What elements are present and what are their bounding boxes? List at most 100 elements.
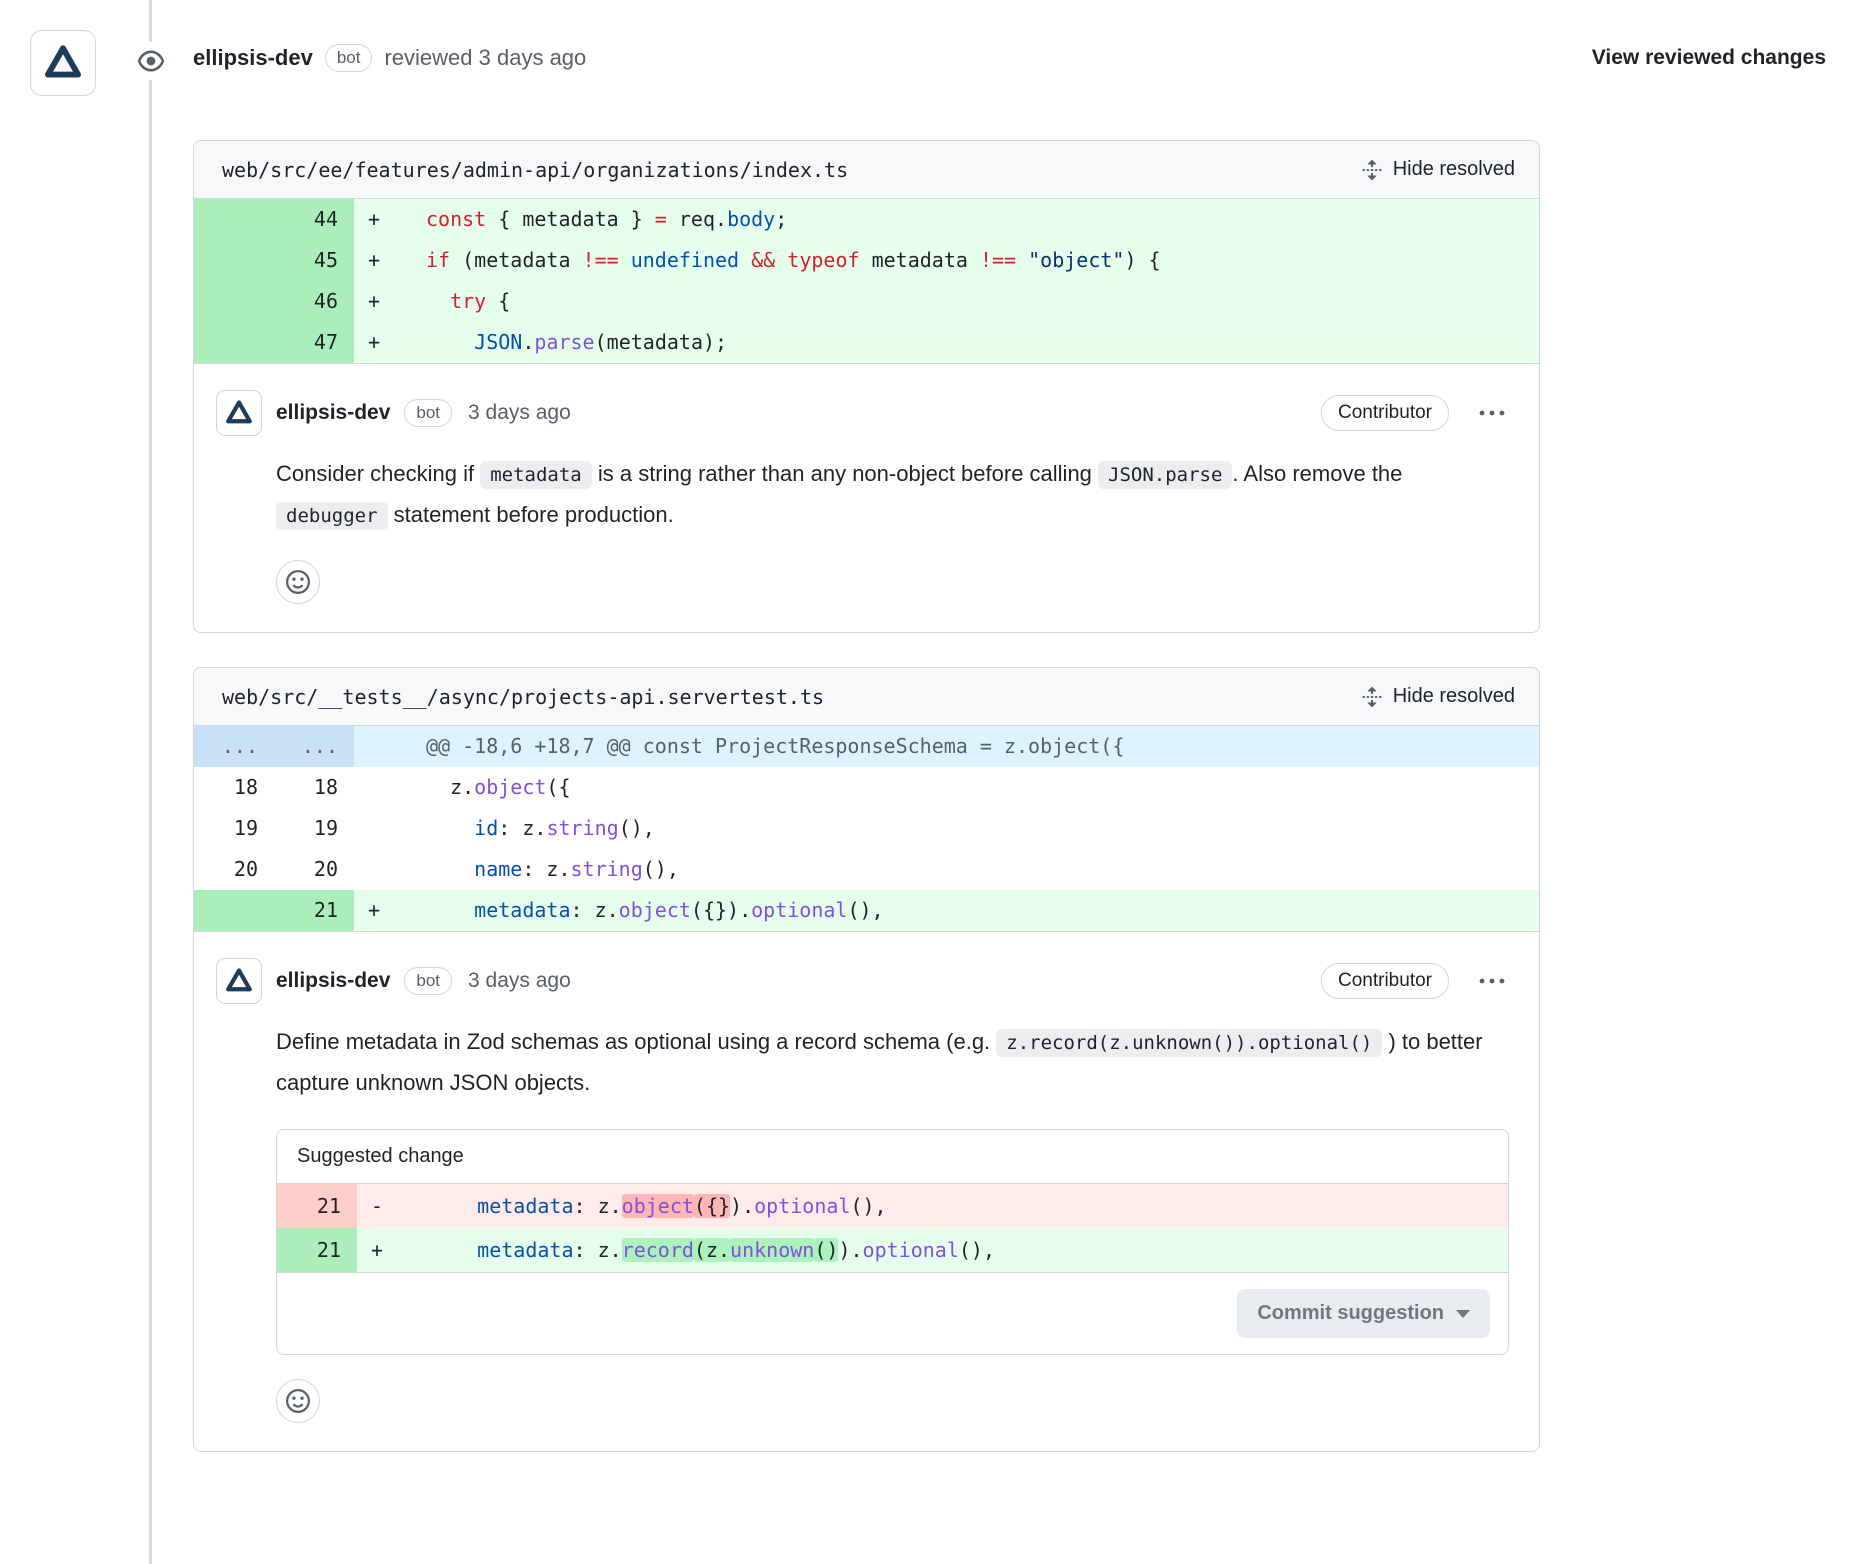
code-segment: z. <box>426 775 474 799</box>
diff-sign: + <box>357 1228 405 1272</box>
comment-author[interactable]: ellipsis-dev <box>276 969 390 993</box>
line-number: 45 <box>274 240 354 281</box>
add-reaction-button[interactable] <box>276 1379 320 1423</box>
code-segment: . <box>522 330 534 354</box>
diff-row-add: 47+ JSON.parse(metadata); <box>194 322 1539 363</box>
code-line: try { <box>402 281 1539 322</box>
code-segment: record <box>622 1238 694 1262</box>
kebab-icon <box>1479 977 1505 985</box>
code-segment: metadata <box>474 898 570 922</box>
code-segment: metadata <box>477 1238 573 1262</box>
comment-header: ellipsis-dev bot 3 days ago Contributor <box>216 390 1509 436</box>
contributor-badge: Contributor <box>1321 395 1449 431</box>
code-segment: : z. <box>574 1238 622 1262</box>
bot-badge: bot <box>325 44 373 72</box>
code-segment: string <box>571 857 643 881</box>
code-segment: metadata <box>477 1194 573 1218</box>
code-segment: ; <box>775 207 787 231</box>
diff-sign: + <box>354 322 402 363</box>
code-segment: && <box>751 248 775 272</box>
file-header: web/src/ee/features/admin-api/organizati… <box>194 141 1539 199</box>
code-segment: = <box>655 207 667 231</box>
comment-options-button[interactable] <box>1475 973 1509 989</box>
code-segment: !== <box>980 248 1016 272</box>
chevron-down-icon <box>1456 1310 1470 1318</box>
code-segment: if <box>426 248 450 272</box>
code-segment <box>426 898 474 922</box>
comment-timestamp[interactable]: 3 days ago <box>468 401 571 425</box>
code-segment: () <box>814 1238 838 1262</box>
code-segment: : z. <box>571 898 619 922</box>
code-line: metadata: z.record(z.unknown()).optional… <box>405 1228 1508 1272</box>
code-segment: @@ -18,6 +18,7 @@ const ProjectResponseS… <box>426 734 1124 758</box>
code-segment: string <box>546 816 618 840</box>
commit-suggestion-button[interactable]: Commit suggestion <box>1237 1289 1490 1338</box>
code-segment: id <box>474 816 498 840</box>
code-segment: JSON <box>474 330 522 354</box>
suggestion-footer: Commit suggestion <box>277 1272 1508 1354</box>
commit-suggestion-label: Commit suggestion <box>1257 1302 1444 1325</box>
review-action-text: reviewed 3 days ago <box>384 45 586 71</box>
code-segment <box>739 248 751 272</box>
code-segment: name <box>474 857 522 881</box>
code-segment: object <box>474 775 546 799</box>
line-number: 18 <box>274 767 354 808</box>
view-reviewed-changes-link[interactable]: View reviewed changes <box>1592 46 1826 70</box>
reviewer-name[interactable]: ellipsis-dev <box>193 45 313 71</box>
diff-row-ctx: 2020 name: z.string(), <box>194 849 1539 890</box>
timeline-line <box>149 0 152 1564</box>
diff-row-ctx: 1919 id: z.string(), <box>194 808 1539 849</box>
comment-options-button[interactable] <box>1475 405 1509 421</box>
code-line: metadata: z.object({}).optional(), <box>402 890 1539 931</box>
hide-resolved-button[interactable]: Hide resolved <box>1361 158 1515 181</box>
comment-avatar[interactable] <box>216 390 262 436</box>
code-segment <box>426 816 474 840</box>
line-number: 18 <box>194 767 274 808</box>
diff-row-add: 44+const { metadata } = req.body; <box>194 199 1539 240</box>
ellipsis-logo-icon <box>42 42 84 84</box>
line-number: ... <box>194 726 274 767</box>
pr-review-timeline: ellipsis-dev bot reviewed 3 days ago Vie… <box>0 0 1858 1564</box>
smiley-icon <box>286 570 310 594</box>
add-reaction-button[interactable] <box>276 560 320 604</box>
comment-timestamp[interactable]: 3 days ago <box>468 969 571 993</box>
code-segment: (z. <box>694 1238 730 1262</box>
code-segment: object <box>622 1194 694 1218</box>
code-segment: ({} <box>694 1194 730 1218</box>
code-line: z.object({ <box>402 767 1539 808</box>
diff-row-add: 45+if (metadata !== undefined && typeof … <box>194 240 1539 281</box>
code-segment <box>426 289 450 313</box>
code-segment: : z. <box>522 857 570 881</box>
diff-sign: + <box>354 890 402 931</box>
diff-sign: + <box>354 281 402 322</box>
comment-avatar[interactable] <box>216 958 262 1004</box>
file-path-link[interactable]: web/src/__tests__/async/projects-api.ser… <box>222 685 824 709</box>
code-segment: req. <box>667 207 727 231</box>
code-segment: ({ <box>546 775 570 799</box>
suggested-change-title: Suggested change <box>277 1130 1508 1184</box>
code-segment: : z. <box>574 1194 622 1218</box>
comment-author[interactable]: ellipsis-dev <box>276 401 390 425</box>
code-segment: : z. <box>498 816 546 840</box>
file-path-link[interactable]: web/src/ee/features/admin-api/organizati… <box>222 158 848 182</box>
reviewer-avatar[interactable] <box>30 30 96 96</box>
diff-sign: - <box>357 1184 405 1228</box>
diff-row-hunk: ......@@ -18,6 +18,7 @@ const ProjectRes… <box>194 726 1539 767</box>
diff-sign: + <box>354 199 402 240</box>
code-segment <box>426 330 474 354</box>
kebab-icon <box>1479 409 1505 417</box>
eye-icon <box>128 42 174 80</box>
code-segment: const <box>426 207 486 231</box>
line-number: 21 <box>274 890 354 931</box>
code-segment: (), <box>619 816 655 840</box>
code-segment: typeof <box>787 248 859 272</box>
line-number: 20 <box>274 849 354 890</box>
diff-sign <box>354 726 402 767</box>
ellipsis-logo-icon <box>224 398 254 428</box>
code-segment: (), <box>959 1238 995 1262</box>
review-comment: ellipsis-dev bot 3 days ago Contributor … <box>194 364 1539 632</box>
comment-body: Define metadata in Zod schemas as option… <box>276 1022 1509 1103</box>
diff-row-ctx: 1818 z.object({ <box>194 767 1539 808</box>
hide-resolved-button[interactable]: Hide resolved <box>1361 685 1515 708</box>
code-line: const { metadata } = req.body; <box>402 199 1539 240</box>
